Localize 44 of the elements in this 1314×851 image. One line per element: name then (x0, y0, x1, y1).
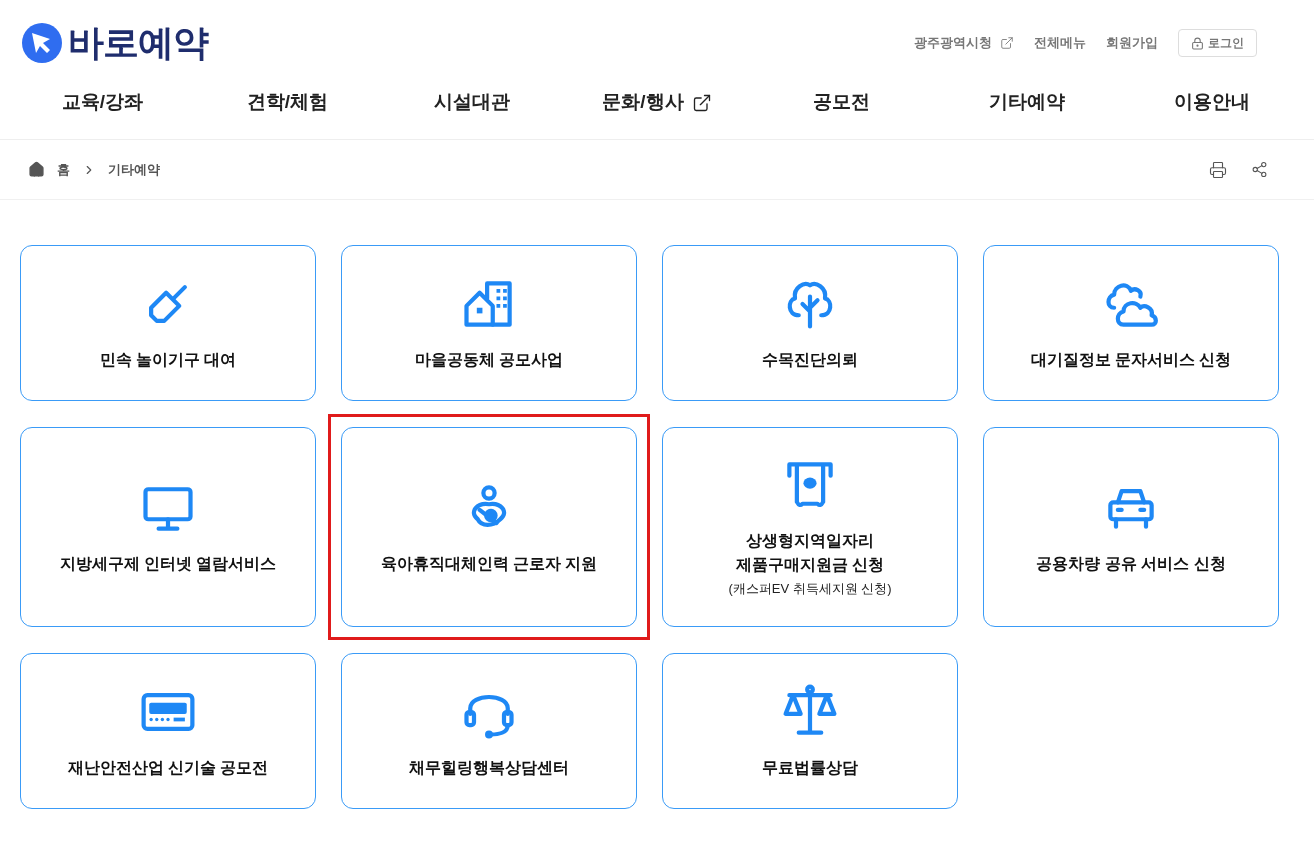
service-card[interactable]: 육아휴직대체인력 근로자 지원 (341, 427, 637, 627)
nav-item[interactable]: 문화/행사 (564, 88, 750, 117)
external-link-icon (1000, 36, 1014, 50)
breadcrumb-link[interactable]: 홈 (57, 159, 70, 180)
nav-item[interactable]: 시설대관 (379, 88, 565, 117)
nav-item[interactable]: 공모전 (749, 88, 935, 117)
nav-item[interactable]: 견학/체험 (194, 88, 380, 117)
cursor-logo-icon (20, 21, 64, 65)
service-card[interactable]: 재난안전산업 신기술 공모전 (20, 653, 316, 809)
utility-link[interactable]: 전체메뉴 (1034, 33, 1086, 53)
card-title: 지방세구제 인터넷 열람서비스 (59, 554, 277, 574)
login-button[interactable]: 로그인 (1178, 29, 1257, 57)
utility-link[interactable]: 회원가입 (1106, 33, 1158, 53)
service-card[interactable]: 지방세구제 인터넷 열람서비스 (20, 427, 316, 627)
service-card[interactable]: 무료법률상담 (662, 653, 958, 809)
service-card[interactable]: 상생형지역일자리 제품구매지원금 신청 (캐스퍼EV 취득세지원 신청) (662, 427, 958, 627)
nav-item[interactable]: 기타예약 (934, 88, 1120, 117)
card-title: 육아휴직대체인력 근로자 지원 (380, 554, 598, 574)
external-link-icon (691, 92, 712, 113)
service-card[interactable]: 대기질정보 문자서비스 신청 (983, 245, 1279, 401)
print-icon[interactable] (1209, 160, 1227, 179)
card-title: 상생형지역일자리 제품구매지원금 신청 (735, 531, 885, 576)
service-card[interactable]: 민속 놀이기구 대여 (20, 245, 316, 401)
card-title: 민속 놀이기구 대여 (99, 350, 237, 370)
lock-icon (1191, 36, 1204, 50)
nav-item[interactable]: 이용안내 (1119, 88, 1304, 117)
nav-item[interactable]: 교육/강좌 (10, 88, 195, 117)
card-title: 마을공동체 공모사업 (414, 350, 564, 370)
service-card[interactable]: 채무힐링행복상담센터 (341, 653, 637, 809)
card-subtitle: (캐스퍼EV 취득세지원 신청) (728, 580, 892, 599)
utility-link[interactable]: 광주광역시청 (914, 33, 1014, 53)
service-card[interactable]: 공용차량 공유 서비스 신청 (983, 427, 1279, 627)
breadcrumb-current: 기타예약 (108, 160, 160, 179)
card-title: 재난안전산업 신기술 공모전 (67, 758, 269, 778)
service-card[interactable]: 수목진단의뢰 (662, 245, 958, 401)
logo-text[interactable]: 바로예약 (68, 25, 209, 61)
card-title: 채무힐링행복상담센터 (409, 758, 569, 778)
share-icon[interactable] (1251, 161, 1268, 178)
service-card[interactable]: 마을공동체 공모사업 (341, 245, 637, 401)
home-icon[interactable] (28, 161, 45, 178)
card-title: 무료법률상담 (762, 758, 858, 778)
card-title: 수목진단의뢰 (762, 350, 858, 370)
card-title: 대기질정보 문자서비스 신청 (1030, 350, 1232, 370)
card-title: 공용차량 공유 서비스 신청 (1036, 554, 1226, 574)
